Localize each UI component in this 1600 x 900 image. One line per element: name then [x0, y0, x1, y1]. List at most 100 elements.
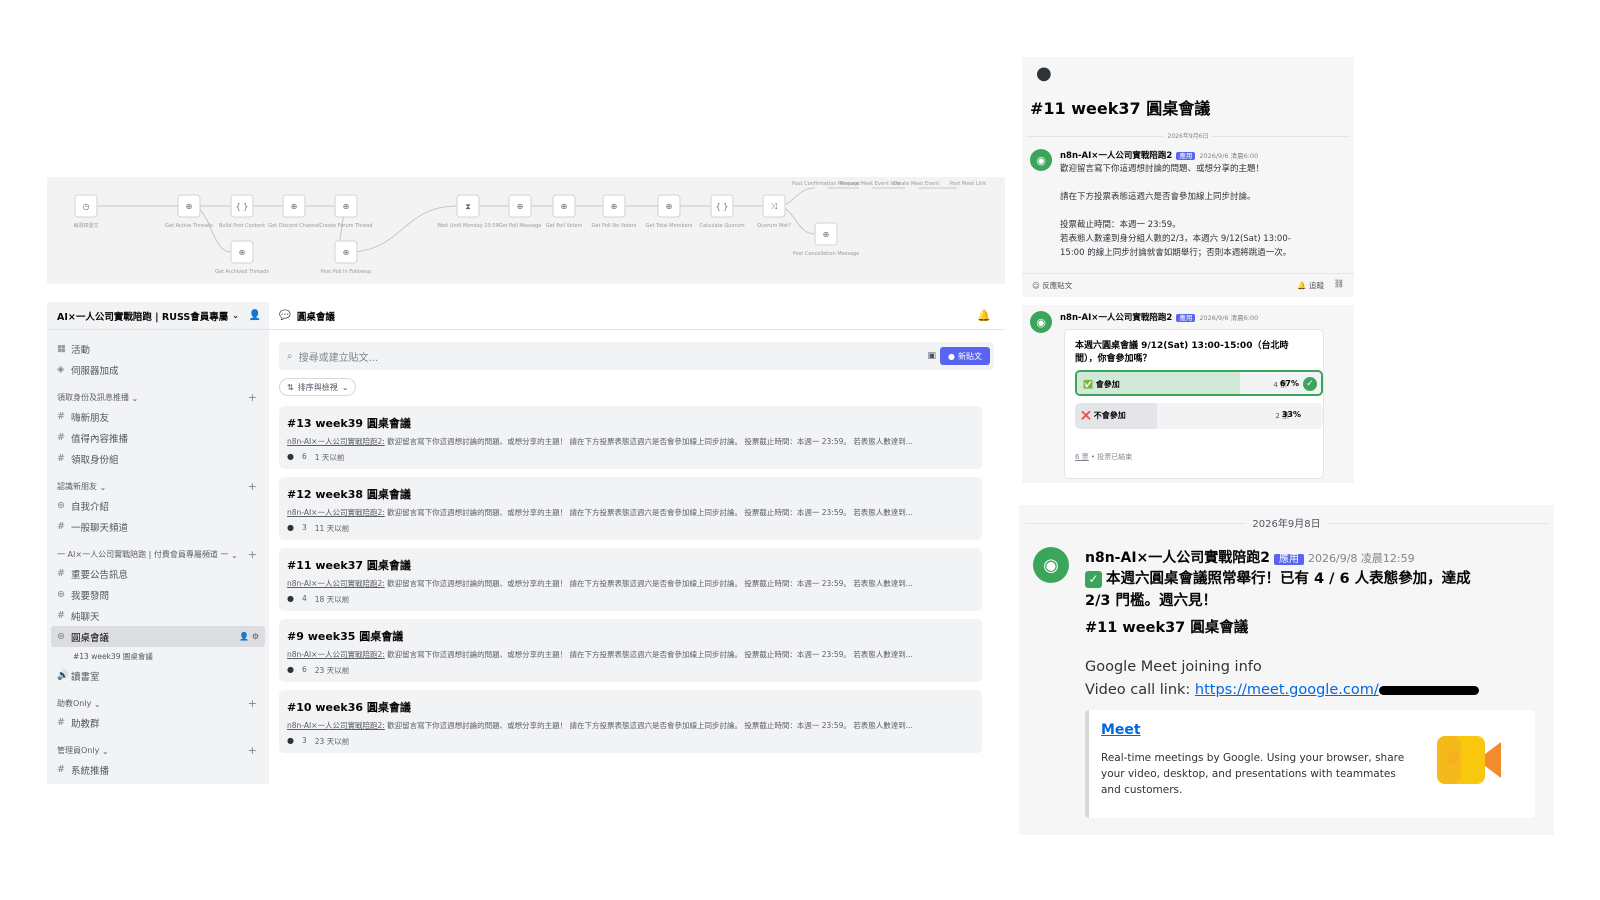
bot-name[interactable]: n8n-AI×一人公司實戰陪跑2 [1060, 151, 1172, 161]
workflow-node-label: Create Forum Thread [319, 223, 372, 229]
hash-icon: # [57, 521, 65, 532]
post-title: #12 week38 圓桌會議 [287, 488, 411, 501]
search-input[interactable]: ⌕ 搜尋或建立貼文... ▣ ● 新貼文 [279, 342, 994, 370]
category-header[interactable]: 管理員Only ⌄ + [47, 739, 269, 759]
workflow-node[interactable]: { } Calculate Quorum [699, 194, 745, 229]
bot-name[interactable]: n8n-AI×一人公司實戰陪跑2 [1060, 313, 1172, 323]
plus-icon[interactable]: + [248, 744, 257, 757]
link-icon[interactable]: ⛓ [1334, 279, 1344, 288]
sidebar-item[interactable]: # 重要公告訊息 [47, 563, 269, 584]
category-label: 助教Only [57, 699, 92, 708]
workflow-node[interactable]: ⤨ Quorum Met? [757, 194, 791, 229]
embed-description: your video, desktop, and presentations w… [1101, 768, 1396, 780]
workflow-node[interactable]: ⧗ Wait Until Monday 23:59 [437, 194, 499, 229]
category-header[interactable]: 助教Only ⌄ + [47, 692, 269, 712]
reply-icon: ● [287, 594, 294, 603]
workflow-node[interactable]: Post Meet Link [950, 181, 986, 187]
embed-title[interactable]: Meet [1101, 722, 1141, 738]
bot-avatar[interactable]: ◉ [1030, 311, 1052, 333]
thread-mention[interactable]: #11 week37 圓桌會議 [1085, 616, 1248, 637]
forum-post[interactable]: #9 week35 圓桌會議 n8n-AI×一人公司實戰陪跑2: 歡迎留言寫下你… [279, 619, 982, 682]
forum-post[interactable]: #10 week36 圓桌會議 n8n-AI×一人公司實戰陪跑2: 歡迎留言寫下… [279, 690, 982, 753]
image-icon[interactable]: ▣ [927, 351, 936, 361]
bot-name[interactable]: n8n-AI×一人公司實戰陪跑2 [1085, 550, 1270, 566]
category-header[interactable]: 領取身份及訊息推播 ⌄ + [47, 386, 269, 406]
post-preview-text: 歡迎留言寫下你這週想討論的問題、或想分享的主題！ 請在下方投票表態這週六是否會參… [384, 508, 913, 517]
sidebar-item[interactable]: ▦ 活動 [47, 338, 269, 359]
bot-avatar[interactable]: ◉ [1030, 149, 1052, 171]
sidebar-item[interactable]: # 嗨新朋友 [47, 406, 269, 427]
sidebar-subthread[interactable]: #13 week39 圓桌會議 [47, 647, 269, 665]
server-header[interactable]: AI×一人公司實戰陪跑 | RUSS會員專屬 ⌄ 👤 [47, 302, 269, 330]
sort-view-button[interactable]: ⇅ 排序與檢視 ⌄ [279, 378, 357, 396]
sidebar-item[interactable]: ⊛ 圓桌會議 👤 ⚙ [51, 626, 265, 647]
sidebar-item[interactable]: # 純聊天 [47, 605, 269, 626]
follow-button[interactable]: 🔔 追蹤 [1297, 280, 1324, 291]
post-meta: ● 6 23 天以前 [287, 665, 974, 676]
message-line: 請在下方投票表態這週六是否會參加線上同步討論。 [1060, 192, 1256, 202]
plus-icon[interactable]: + [248, 391, 257, 404]
forum-post[interactable]: #13 week39 圓桌會議 n8n-AI×一人公司實戰陪跑2: 歡迎留言寫下… [279, 406, 982, 469]
forum-post[interactable]: #11 week37 圓桌會議 n8n-AI×一人公司實戰陪跑2: 歡迎留言寫下… [279, 548, 982, 611]
sidebar-item[interactable]: # 值得內容推播 [47, 427, 269, 448]
date-divider-label: 2026年9月6日 [1163, 133, 1213, 140]
poll-option[interactable]: ❌ 不會參加 2 票 33% [1075, 403, 1323, 429]
sidebar-item[interactable]: # 助教群 [47, 712, 269, 733]
workflow-node[interactable]: Create Meet Event [893, 181, 940, 187]
sidebar-item[interactable]: # 領取身份組 [47, 448, 269, 469]
post-preview: n8n-AI×一人公司實戰陪跑2: 歡迎留言寫下你這週想討論的問題、或想分享的主… [287, 720, 974, 731]
plus-icon[interactable]: + [248, 548, 257, 561]
add-member-icon[interactable]: 👤 [249, 310, 261, 321]
workflow-node[interactable]: ◷ 每週四發文 [73, 194, 99, 229]
sidebar-item[interactable]: ⊛ 自我介紹 [47, 495, 269, 516]
workflow-node[interactable]: ⊕ Post Poll In Followup [321, 240, 372, 275]
channel-tools[interactable]: 👤 ⚙ [239, 632, 259, 641]
bell-icon[interactable]: 🔔 [977, 309, 991, 322]
thread-icon: ● [1036, 63, 1052, 84]
category-header[interactable]: 一 AI×一人公司實戰陪跑 | 付費會員專屬頻道 一 ⌄ + [47, 543, 269, 563]
sidebar-item[interactable]: # 系統推播 [47, 759, 269, 780]
workflow-connection [347, 205, 458, 253]
forum-post[interactable]: #12 week38 圓桌會議 n8n-AI×一人公司實戰陪跑2: 歡迎留言寫下… [279, 477, 982, 540]
workflow-node[interactable]: ⊕ Get Poll No Voters [592, 194, 637, 229]
post-author: n8n-AI×一人公司實戰陪跑2: [287, 721, 385, 730]
chevron-down-icon: ⌄ [232, 311, 239, 320]
post-preview-text: 歡迎留言寫下你這週想討論的問題、或想分享的主題！ 請在下方投票表態這週六是否會參… [384, 721, 913, 730]
workflow-node[interactable]: { } Build Post Content [219, 194, 265, 229]
plus-icon[interactable]: + [248, 480, 257, 493]
sidebar-item-label: 一般聊天頻道 [71, 522, 129, 534]
workflow-node-label: Post Meet Link [950, 181, 986, 187]
workflow-node[interactable]: ⊕ Get Active Threads [165, 194, 213, 229]
plus-icon[interactable]: + [248, 697, 257, 710]
react-post-button[interactable]: ☺ 反應貼文 [1032, 280, 1072, 291]
globe-icon: ⊕ [343, 248, 350, 257]
workflow-node[interactable]: ⊕ Get Total Members [646, 194, 693, 229]
meet-link[interactable]: https://meet.google.com/ [1195, 682, 1379, 698]
embed-description: Real-time meetings by Google. Using your… [1101, 752, 1405, 764]
workflow-node-label: Get Archived Threads [215, 269, 269, 275]
category-header[interactable]: 認識新朋友 ⌄ + [47, 475, 269, 495]
post-meta: ● 6 1 天以前 [287, 452, 974, 463]
sidebar-item[interactable]: 🔊 讀書室 [47, 665, 269, 686]
app-badge: 應用 [1176, 152, 1196, 160]
sidebar-item[interactable]: ⊛ 我要發問 [47, 584, 269, 605]
sidebar-item-label: 活動 [71, 344, 91, 356]
sidebar-item-label: 系統推播 [71, 765, 110, 777]
video-link-line: Video call link: https://meet.google.com… [1085, 682, 1479, 698]
workflow-node[interactable]: ⊕ Get Archived Threads [215, 240, 269, 275]
reply-count: 6 [301, 665, 307, 674]
sidebar-item[interactable]: # 一般聊天頻道 [47, 516, 269, 537]
poll-option[interactable]: ✅ 會參加 4 票 67% ✓ [1075, 370, 1323, 396]
workflow-node[interactable]: ⊕ Get Poll Voters [546, 194, 583, 229]
poll-total-votes[interactable]: 6 票 [1075, 453, 1089, 461]
sidebar-item[interactable]: ◈ 伺服器加成 [47, 359, 269, 380]
globe-icon: ⊕ [611, 202, 618, 211]
new-post-button[interactable]: ● 新貼文 [940, 347, 990, 365]
sidebar-item-label: 值得內容推播 [71, 433, 129, 445]
workflow-node[interactable]: ⊕ Get Poll Message [499, 194, 542, 229]
workflow-node[interactable]: ⊕ Create Forum Thread [319, 194, 373, 229]
workflow-node[interactable]: Prepare Meet Event Info [840, 181, 900, 187]
bot-avatar[interactable]: ◉ [1033, 547, 1069, 583]
workflow-node[interactable]: ⊕ Get Discord Channel [268, 194, 320, 229]
workflow-node[interactable]: ⊕ Post Cancellation Message [793, 222, 860, 257]
